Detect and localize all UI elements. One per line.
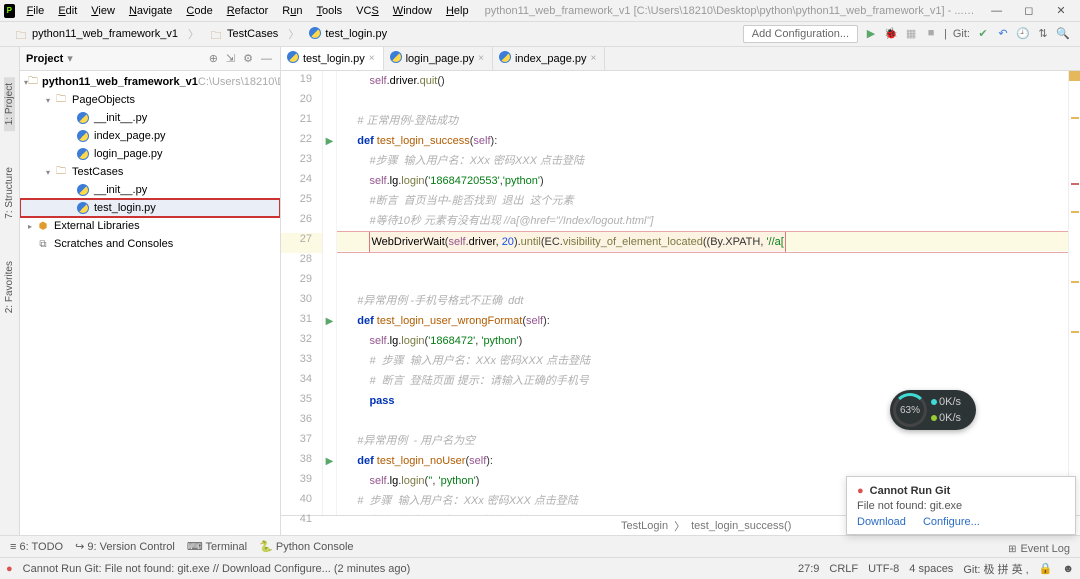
add-configuration-button[interactable]: Add Configuration... (743, 25, 858, 43)
menu-refactor[interactable]: Refactor (221, 3, 275, 19)
navbar: 🗀python11_web_framework_v1 〉 🗀TestCases … (0, 22, 1080, 47)
menu-run[interactable]: Run (276, 3, 308, 19)
main-area: 1: Project 7: Structure 2: Favorites Pro… (0, 47, 1080, 535)
menu-tools[interactable]: Tools (310, 3, 348, 19)
project-header: Project ▾ ⊕ ⇲ ⚙ — (20, 47, 280, 71)
git-label: Git: (953, 28, 970, 40)
git-commit-icon[interactable]: ✔ (976, 27, 990, 41)
menu-file[interactable]: FFileile (21, 3, 51, 19)
notification-message: File not found: git.exe (857, 500, 1065, 512)
notif-download-link[interactable]: Download (857, 516, 906, 528)
run-gutter-icon[interactable]: ▶ (323, 311, 336, 331)
status-indent[interactable]: 4 spaces (909, 563, 953, 575)
status-encoding[interactable]: UTF-8 (868, 563, 899, 575)
crumb-testcases[interactable]: 🗀TestCases (205, 26, 282, 42)
status-bar: ● Cannot Run Git: File not found: git.ex… (0, 557, 1080, 579)
menu-help[interactable]: Help (440, 3, 475, 19)
project-title: Project (26, 53, 63, 65)
toolwin-terminal[interactable]: ⌨ Terminal (187, 540, 247, 553)
editor-tabstrip: test_login.py× login_page.py× index_page… (281, 47, 1080, 71)
status-caret[interactable]: 27:9 (798, 563, 819, 575)
locate-icon[interactable]: ⊕ (207, 52, 220, 65)
window-title: python11_web_framework_v1 [C:\Users\1821… (485, 5, 978, 17)
sidetab-structure[interactable]: 7: Structure (4, 161, 15, 225)
notif-configure-link[interactable]: Configure... (923, 516, 980, 528)
expand-icon[interactable]: ⇲ (224, 52, 237, 65)
code-surface[interactable]: self.driver.quit() # 正常用例-登陆成功 def test_… (337, 71, 1068, 515)
toolwin-python-console[interactable]: 🐍 Python Console (259, 540, 353, 553)
gear-icon[interactable]: ⚙ (241, 52, 255, 65)
toolwin-todo[interactable]: ≡ 6: TODO (10, 541, 63, 553)
menu-view[interactable]: View (85, 3, 121, 19)
error-icon: ● (857, 485, 864, 497)
status-crlf[interactable]: CRLF (829, 563, 858, 575)
toolwin-vcs[interactable]: ↪ 9: Version Control (75, 540, 175, 553)
crumb-root[interactable]: 🗀python11_web_framework_v1 (10, 26, 182, 42)
error-icon: ● (6, 563, 13, 575)
gutter-icons: ▶ ▶ ▶ (323, 71, 337, 515)
project-tree[interactable]: ▾🗀python11_web_framework_v1 C:\Users\182… (20, 71, 280, 255)
window-minimize[interactable]: — (982, 0, 1012, 22)
tool-window-bar: ≡ 6: TODO ↪ 9: Version Control ⌨ Termina… (0, 535, 1080, 557)
tree-item-test-login: test_login.py (20, 199, 280, 217)
status-git[interactable]: Git: 极 拼 英 , (963, 561, 1028, 577)
cpu-ring: 63% (893, 393, 927, 427)
tab-test-login[interactable]: test_login.py× (281, 47, 384, 70)
notification-popup: ●Cannot Run Git File not found: git.exe … (846, 476, 1076, 535)
app-logo: P (4, 4, 15, 18)
window-maximize[interactable]: ◻ (1014, 0, 1044, 22)
tab-login-page[interactable]: login_page.py× (384, 47, 493, 70)
hector-icon[interactable]: ☻ (1062, 563, 1074, 575)
close-icon[interactable]: × (369, 53, 375, 64)
editor-error-stripe[interactable] (1068, 71, 1080, 515)
sidetab-project[interactable]: 1: Project (4, 77, 15, 131)
editor-body[interactable]: 1920212223242526272829303132333435363738… (281, 71, 1080, 515)
collapse-pane-icon[interactable]: — (259, 53, 274, 65)
run-gutter-icon[interactable]: ▶ (323, 451, 336, 471)
menu-window[interactable]: Window (387, 3, 438, 19)
project-pane: Project ▾ ⊕ ⇲ ⚙ — ▾🗀python11_web_framewo… (20, 47, 281, 535)
pull-request-icon[interactable]: ⇅ (1036, 27, 1050, 41)
crumb-file[interactable]: test_login.py (305, 26, 391, 43)
git-update-icon[interactable]: ↶ (996, 27, 1010, 41)
line-numbers: 1920212223242526272829303132333435363738… (281, 71, 323, 515)
menu-edit[interactable]: Edit (52, 3, 83, 19)
left-toolstrip: 1: Project 7: Structure 2: Favorites (0, 47, 20, 535)
menu-vcs[interactable]: VCS (350, 3, 385, 19)
menubar: P FFileile Edit View Navigate Code Refac… (0, 0, 1080, 22)
debug-icon[interactable]: 🐞 (884, 27, 898, 41)
run-gutter-icon[interactable]: ▶ (323, 131, 336, 151)
event-log-button[interactable]: ⊞ Event Log (1008, 543, 1070, 555)
lock-icon[interactable]: 🔒 (1039, 562, 1053, 575)
close-icon[interactable]: × (478, 53, 484, 64)
menu-code[interactable]: Code (180, 3, 218, 19)
editor-area: test_login.py× login_page.py× index_page… (281, 47, 1080, 535)
coverage-icon[interactable]: ▦ (904, 27, 918, 41)
close-icon[interactable]: × (591, 53, 597, 64)
stop-icon[interactable]: ■ (924, 27, 938, 41)
clock-icon[interactable]: 🕘 (1016, 27, 1030, 41)
tab-index-page[interactable]: index_page.py× (493, 47, 605, 70)
run-icon[interactable]: ▶ (864, 27, 878, 41)
menu-navigate[interactable]: Navigate (123, 3, 178, 19)
status-message[interactable]: Cannot Run Git: File not found: git.exe … (23, 563, 411, 575)
window-close[interactable]: ✕ (1046, 0, 1076, 22)
performance-overlay[interactable]: 63% 0K/s 0K/s (890, 390, 976, 430)
sidetab-favorites[interactable]: 2: Favorites (4, 255, 15, 319)
search-icon[interactable]: 🔍 (1056, 27, 1070, 41)
